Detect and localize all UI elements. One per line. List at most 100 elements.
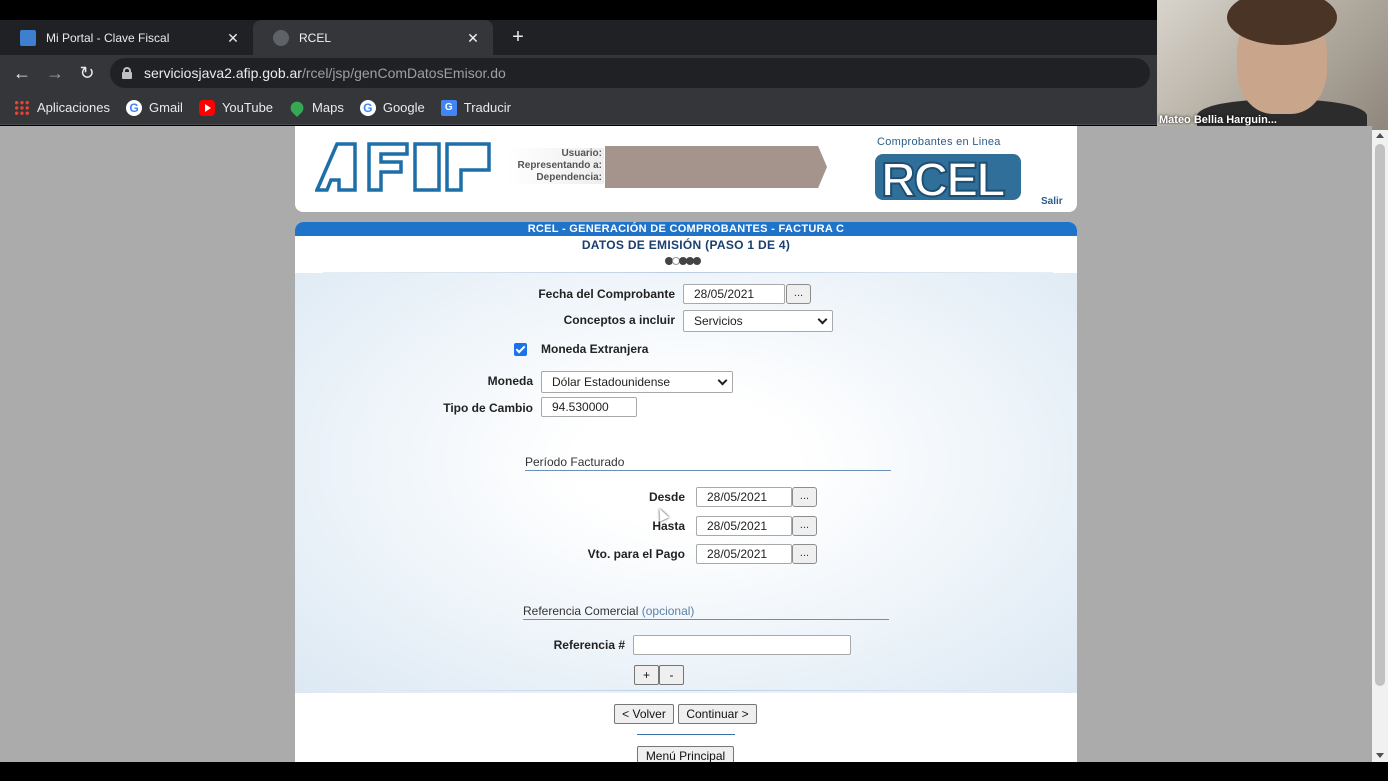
- rcel-logo: RCEL: [875, 153, 1021, 204]
- tab-rcel[interactable]: RCEL ✕: [253, 20, 493, 55]
- url-path: /rcel/jsp/genComDatosEmisor.do: [301, 65, 506, 81]
- bookmark-label: Traducir: [463, 100, 511, 115]
- header-divider: [323, 272, 1053, 273]
- user-info-labels: Usuario: Representando a: Dependencia:: [508, 148, 604, 184]
- url-host: serviciosjava2.afip.gob.ar: [144, 65, 302, 81]
- browser-tab-bar: Mi Portal - Clave Fiscal ✕ RCEL ✕ +: [0, 20, 1157, 55]
- bookmark-label: Google: [382, 100, 425, 115]
- back-arrow-icon[interactable]: ←: [10, 61, 34, 85]
- video-call-thumbnail: Mateo Bellia Harguin...: [1157, 0, 1388, 130]
- bookmark-maps[interactable]: Maps: [287, 98, 344, 117]
- tipo-cambio-label: Tipo de Cambio: [443, 401, 533, 415]
- close-tab-icon[interactable]: ✕: [225, 30, 241, 46]
- scrollbar-thumb[interactable]: [1375, 144, 1385, 686]
- referencia-comercial-title: Referencia Comercial (opcional): [523, 604, 694, 618]
- apps-grid-icon: [14, 99, 30, 116]
- fecha-label: Fecha del Comprobante: [538, 287, 675, 301]
- conceptos-select[interactable]: Servicios: [683, 310, 833, 332]
- bookmark-label: Maps: [312, 100, 344, 115]
- menu-divider: [637, 734, 735, 735]
- maps-pin-icon: [287, 98, 307, 117]
- tab-title: RCEL: [299, 30, 332, 45]
- moneda-extranjera-checkbox[interactable]: [514, 343, 527, 356]
- scroll-down-arrow-icon[interactable]: [1376, 753, 1384, 758]
- menu-principal-button[interactable]: Menú Principal: [637, 746, 734, 762]
- participant-name: Mateo Bellia Harguin...: [1159, 114, 1277, 126]
- add-referencia-button[interactable]: +: [634, 665, 659, 685]
- forward-arrow-icon[interactable]: →: [43, 61, 67, 85]
- moneda-label: Moneda: [487, 374, 533, 388]
- continuar-button[interactable]: Continuar >: [678, 704, 757, 724]
- new-tab-button[interactable]: +: [505, 24, 531, 50]
- hasta-picker-button[interactable]: ...: [792, 516, 817, 536]
- form-background: [295, 273, 1077, 693]
- tipo-cambio-input[interactable]: 94.530000: [541, 397, 637, 417]
- bookmark-label: YouTube: [221, 100, 274, 115]
- bookmark-gmail[interactable]: G Gmail: [126, 99, 183, 116]
- usuario-label: Usuario:: [508, 148, 604, 160]
- scroll-up-arrow-icon[interactable]: [1376, 133, 1384, 138]
- referencia-input[interactable]: [633, 635, 851, 655]
- step-indicator: [665, 256, 701, 266]
- screen: Mi Portal - Clave Fiscal ✕ RCEL ✕ + ← → …: [0, 0, 1388, 781]
- desde-picker-button[interactable]: ...: [792, 487, 817, 507]
- address-bar[interactable]: serviciosjava2.afip.gob.ar/rcel/jsp/genC…: [110, 58, 1150, 88]
- lock-icon: [122, 67, 132, 79]
- form-title: RCEL - GENERACIÓN DE COMPROBANTES - FACT…: [295, 222, 1077, 236]
- vto-pago-picker-button[interactable]: ...: [792, 544, 817, 564]
- bookmark-google[interactable]: G Google: [359, 99, 425, 116]
- page-viewport: Usuario: Representando a: Dependencia: C…: [0, 126, 1372, 762]
- tab-title: Mi Portal - Clave Fiscal: [46, 30, 170, 45]
- bookmark-label: Gmail: [149, 100, 183, 115]
- globe-favicon-icon: [273, 29, 289, 46]
- chevron-down-icon: [817, 314, 828, 325]
- bookmark-aplicaciones[interactable]: Aplicaciones: [14, 99, 110, 116]
- periodo-facturado-title: Período Facturado: [525, 455, 625, 469]
- desde-input[interactable]: 28/05/2021: [696, 487, 792, 507]
- page-scrollbar[interactable]: [1372, 130, 1388, 762]
- referencia-label: Referencia #: [553, 638, 625, 652]
- bookmark-traducir[interactable]: G Traducir: [440, 99, 511, 116]
- form-card: RCEL - GENERACIÓN DE COMPROBANTES - FACT…: [295, 222, 1077, 762]
- translate-icon: G: [440, 99, 457, 116]
- optional-hint: (opcional): [641, 604, 695, 618]
- fecha-picker-button[interactable]: ...: [786, 284, 811, 304]
- close-tab-icon[interactable]: ✕: [465, 30, 481, 46]
- afip-logo: [315, 142, 491, 192]
- representando-label: Representando a:: [508, 160, 604, 172]
- chevron-down-icon: [717, 375, 728, 386]
- bookmarks-bar: Aplicaciones G Gmail YouTube Maps G Google…: [0, 91, 1157, 125]
- periodo-divider: [525, 470, 891, 471]
- footer-divider: [335, 690, 1041, 691]
- step-dot: [693, 257, 701, 265]
- desde-label: Desde: [648, 490, 685, 504]
- bottom-strip: [0, 762, 1388, 781]
- fecha-input[interactable]: 28/05/2021: [683, 284, 785, 304]
- vto-pago-input[interactable]: 28/05/2021: [696, 544, 792, 564]
- bookmark-youtube[interactable]: YouTube: [198, 99, 274, 116]
- conceptos-value: Servicios: [694, 314, 743, 328]
- google-icon: G: [126, 99, 142, 116]
- hasta-label: Hasta: [652, 519, 685, 533]
- volver-button[interactable]: < Volver: [614, 704, 674, 724]
- moneda-extranjera-label: Moneda Extranjera: [541, 342, 649, 356]
- redacted-user-info: [605, 146, 827, 188]
- svg-text:RCEL: RCEL: [881, 154, 1004, 204]
- tab-mi-portal[interactable]: Mi Portal - Clave Fiscal ✕: [0, 20, 253, 55]
- rcel-subtitle: Comprobantes en Linea: [877, 136, 1001, 148]
- youtube-icon: [198, 99, 215, 116]
- referencia-divider: [523, 619, 889, 620]
- afip-header: Usuario: Representando a: Dependencia: C…: [295, 126, 1077, 212]
- reload-icon[interactable]: ↻: [75, 61, 99, 85]
- google-icon: G: [359, 99, 376, 116]
- browser-toolbar: ← → ↻ serviciosjava2.afip.gob.ar/rcel/js…: [0, 55, 1157, 91]
- afip-favicon-icon: [20, 29, 36, 46]
- remove-referencia-button[interactable]: -: [659, 665, 684, 685]
- vto-pago-label: Vto. para el Pago: [587, 547, 685, 561]
- moneda-value: Dólar Estadounidense: [552, 375, 671, 389]
- hasta-input[interactable]: 28/05/2021: [696, 516, 792, 536]
- conceptos-label: Conceptos a incluir: [563, 313, 675, 327]
- moneda-select[interactable]: Dólar Estadounidense: [541, 371, 733, 393]
- bookmark-label: Aplicaciones: [37, 100, 110, 115]
- logout-link[interactable]: Salir: [1041, 196, 1063, 207]
